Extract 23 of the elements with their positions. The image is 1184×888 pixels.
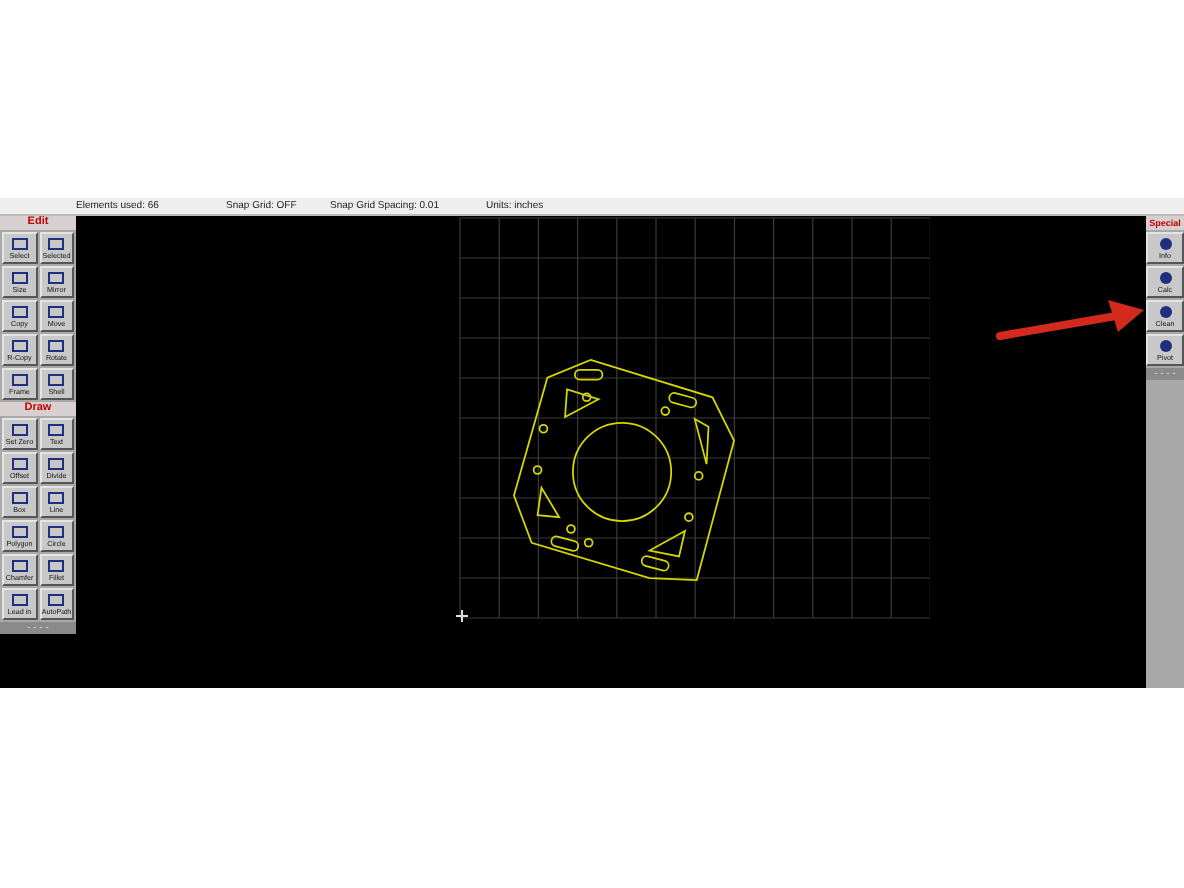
tool-icon (9, 270, 30, 286)
tool-icon (46, 270, 67, 286)
origin-marker-icon (456, 610, 468, 622)
tool-icon (9, 372, 30, 388)
tool-icon (46, 372, 67, 388)
tool-icon (9, 592, 30, 608)
tool-icon (46, 490, 67, 506)
tool-icon (46, 236, 67, 252)
tool-icon (9, 236, 30, 252)
tool-icon (9, 490, 30, 506)
tool-icon (9, 558, 30, 574)
tool-icon (46, 422, 67, 438)
tool-icon (46, 304, 67, 320)
tool-icon (9, 338, 30, 354)
tool-icon (46, 456, 67, 472)
tool-icon (46, 558, 67, 574)
tool-icon (46, 338, 67, 354)
tool-icon (46, 524, 67, 540)
tool-icon (46, 592, 67, 608)
tool-icon (9, 422, 30, 438)
tool-icon (9, 456, 30, 472)
tool-icon (9, 304, 30, 320)
tool-icon (9, 524, 30, 540)
